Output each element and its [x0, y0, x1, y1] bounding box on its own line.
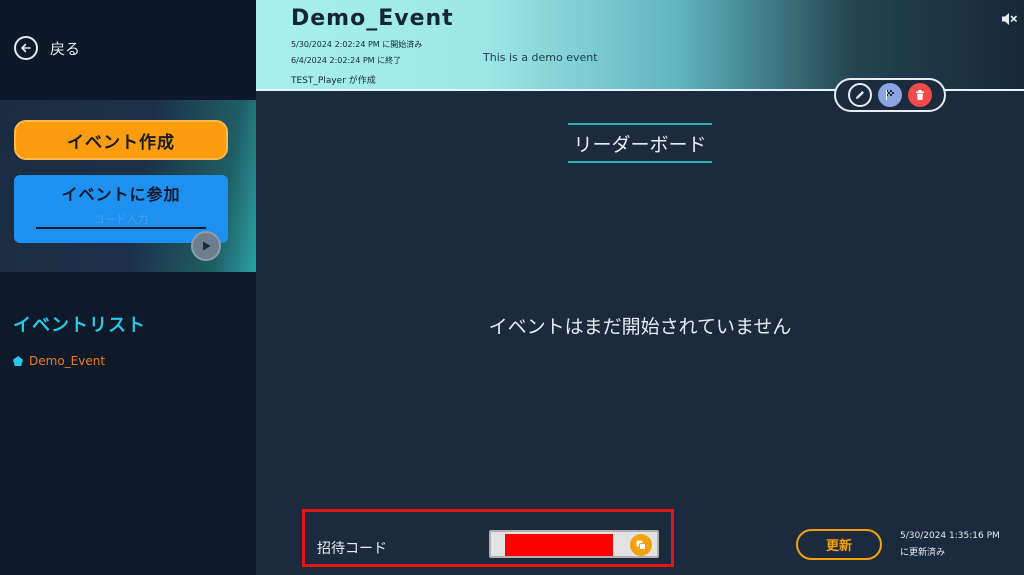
sidebar: 戻る イベント作成 イベントに参加 イベントリスト Demo_Event: [0, 0, 256, 575]
pentagon-icon: [13, 356, 23, 366]
pencil-icon[interactable]: [848, 83, 872, 107]
event-start-time: 5/30/2024 2:02:24 PM に開始済み: [291, 40, 423, 49]
invite-code-label: 招待コード: [317, 541, 387, 557]
trash-icon[interactable]: [908, 83, 932, 107]
play-icon[interactable]: [191, 231, 221, 261]
event-end-time: 6/4/2024 2:02:24 PM に終了: [291, 56, 402, 65]
invite-code-panel: 招待コード: [302, 509, 674, 567]
speaker-muted-icon[interactable]: [1000, 10, 1018, 28]
event-creator: TEST_Player が作成: [291, 76, 376, 86]
event-code-input[interactable]: [36, 211, 206, 229]
event-list-item[interactable]: Demo_Event: [13, 354, 105, 368]
event-tools: [834, 78, 946, 112]
event-list-heading: イベントリスト: [13, 315, 146, 336]
arrow-left-circle-icon: [14, 36, 38, 60]
event-list-item-label: Demo_Event: [29, 354, 106, 368]
refresh-button[interactable]: 更新: [796, 529, 882, 560]
join-event-label: イベントに参加: [61, 185, 181, 204]
create-event-button[interactable]: イベント作成: [14, 120, 228, 160]
last-updated-label: に更新済み: [900, 548, 946, 558]
copy-icon[interactable]: [630, 534, 652, 556]
back-button[interactable]: 戻る: [14, 36, 80, 60]
back-label: 戻る: [50, 39, 81, 58]
invite-code-value: [505, 534, 613, 556]
leaderboard-title: リーダーボード: [568, 123, 712, 163]
last-updated-time: 5/30/2024 1:35:16 PM: [900, 531, 1000, 541]
checkered-flag-icon[interactable]: [878, 83, 902, 107]
event-status-message: イベントはまだ開始されていません: [488, 316, 792, 338]
join-event-button[interactable]: イベントに参加: [14, 175, 228, 243]
invite-code-field: [489, 530, 659, 558]
back-area: 戻る: [0, 0, 256, 100]
action-panel: イベント作成 イベントに参加: [0, 100, 256, 272]
event-description: This is a demo event: [483, 51, 598, 64]
event-title: Demo_Event: [291, 6, 454, 31]
event-list: Demo_Event: [13, 354, 105, 368]
